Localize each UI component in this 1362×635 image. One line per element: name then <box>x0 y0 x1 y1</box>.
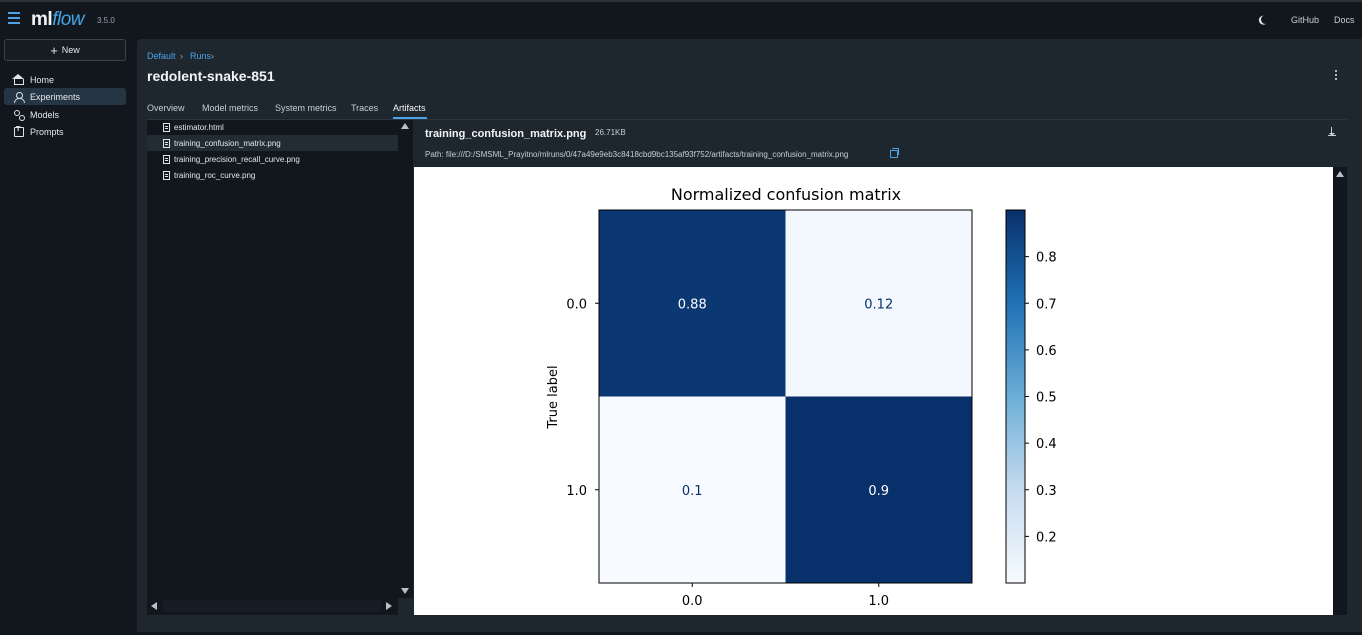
confusion-matrix-chart: Normalized confusion matrix True label 0… <box>546 185 1057 609</box>
colorbar-tick-label: 0.7 <box>1036 297 1057 312</box>
scroll-up-icon[interactable] <box>1336 171 1344 177</box>
sidebar-item-experiments[interactable]: Experiments <box>4 88 126 105</box>
colorbar-tick-label: 0.6 <box>1036 344 1057 359</box>
x-tick-label: 0.0 <box>682 594 703 609</box>
artifact-path: Path: file:///D:/SMSML_Prayitno/mlruns/0… <box>425 150 849 159</box>
more-options-icon[interactable] <box>1335 70 1338 82</box>
colorbar <box>1005 209 1026 584</box>
breadcrumb-separator: › <box>211 51 214 61</box>
sidebar-item-label: Home <box>30 74 55 85</box>
file-tree-item[interactable]: training_confusion_matrix.png <box>147 135 398 151</box>
models-icon <box>14 109 24 120</box>
artifact-image-preview: Normalized confusion matrix True label 0… <box>414 167 1333 615</box>
github-link[interactable]: GitHub <box>1291 15 1319 25</box>
mlflow-logo[interactable]: mlflow <box>31 9 84 31</box>
colorbar-tick-label: 0.2 <box>1036 530 1057 545</box>
sidebar-item-prompts[interactable]: Prompts <box>4 123 126 140</box>
breadcrumb-runs[interactable]: Runs <box>190 51 211 61</box>
file-tree-item[interactable]: estimator.html <box>147 119 398 135</box>
page-title: redolent-snake-851 <box>147 68 275 84</box>
file-tree-item[interactable]: training_roc_curve.png <box>147 167 398 183</box>
sidebar-item-label: Experiments <box>30 91 81 102</box>
file-icon <box>163 138 170 148</box>
menu-icon[interactable] <box>8 12 20 24</box>
chart-title: Normalized confusion matrix <box>671 185 901 204</box>
cell-value-label: 0.12 <box>864 297 893 312</box>
artifact-size: 26.71KB <box>595 128 626 137</box>
breadcrumb-default[interactable]: Default <box>147 51 176 61</box>
x-tick-label: 1.0 <box>868 594 889 609</box>
sidebar-item-models[interactable]: Models <box>4 106 126 123</box>
cell-value-label: 0.1 <box>682 484 703 499</box>
cell-value-label: 0.9 <box>868 484 889 499</box>
scroll-up-icon[interactable] <box>401 123 409 129</box>
file-tree-item[interactable]: training_precision_recall_curve.png <box>147 151 398 167</box>
tab-traces[interactable]: Traces <box>351 103 378 113</box>
artifact-name: training_confusion_matrix.png <box>425 128 587 140</box>
docs-link[interactable]: Docs <box>1334 15 1355 25</box>
new-button[interactable]: + New <box>4 39 126 61</box>
colorbar-tick-label: 0.5 <box>1036 391 1057 406</box>
breadcrumb-separator: › <box>180 51 183 61</box>
file-icon <box>163 154 170 164</box>
sidebar-item-home[interactable]: Home <box>4 71 126 88</box>
file-icon <box>163 170 170 180</box>
scroll-down-icon[interactable] <box>401 588 409 594</box>
colorbar-tick-label: 0.8 <box>1036 251 1057 266</box>
tab-overview[interactable]: Overview <box>147 103 185 113</box>
colorbar-tick-label: 0.4 <box>1036 437 1057 452</box>
y-axis-label: True label <box>546 365 561 429</box>
artifact-file-tree <box>147 120 398 615</box>
tab-model-metrics[interactable]: Model metrics <box>202 103 258 113</box>
tab-system-metrics[interactable]: System metrics <box>275 103 337 113</box>
sidebar-item-label: Prompts <box>30 126 64 137</box>
cell-value-label: 0.88 <box>678 297 707 312</box>
preview-vertical-scrollbar[interactable] <box>1333 167 1347 615</box>
download-arrow <box>1329 133 1335 136</box>
prompts-icon <box>14 126 24 137</box>
file-icon <box>163 122 170 132</box>
tab-artifacts[interactable]: Artifacts <box>393 103 426 113</box>
sidebar-item-label: Models <box>30 109 60 120</box>
copy-icon[interactable] <box>890 148 899 158</box>
colorbar-tick-label: 0.3 <box>1036 484 1057 499</box>
scrollbar-thumb[interactable] <box>163 600 381 612</box>
version-label: 3.5.0 <box>97 16 115 25</box>
experiments-icon <box>14 91 25 103</box>
y-tick-label: 1.0 <box>566 484 587 499</box>
scroll-right-icon[interactable] <box>386 602 392 610</box>
y-tick-label: 0.0 <box>566 297 587 312</box>
scroll-left-icon[interactable] <box>151 602 157 610</box>
plus-icon: + <box>50 42 58 58</box>
top-header <box>0 0 1362 40</box>
home-icon <box>12 73 24 85</box>
file-tree-vertical-scrollbar[interactable] <box>398 120 413 598</box>
